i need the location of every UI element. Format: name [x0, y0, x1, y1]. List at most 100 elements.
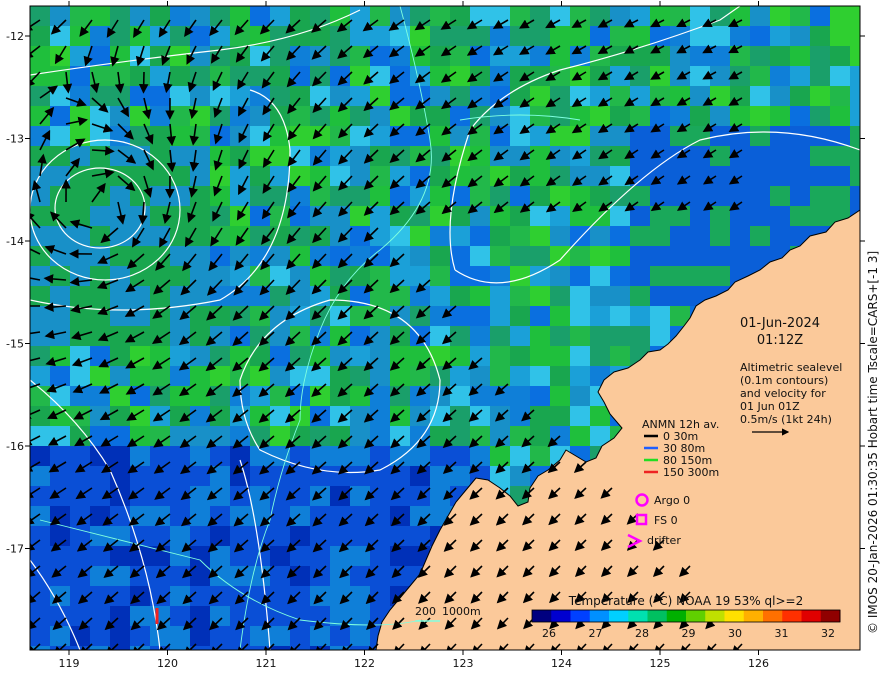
sst-pixel	[750, 186, 770, 206]
sst-pixel	[750, 166, 770, 186]
sst-pixel	[170, 586, 190, 606]
sst-pixel	[230, 626, 250, 646]
sst-pixel	[270, 106, 290, 126]
sst-pixel	[470, 46, 490, 66]
sst-pixel	[730, 226, 750, 246]
note-line: 01 Jun 01Z	[740, 400, 800, 413]
colorbar-segment	[647, 610, 668, 622]
sst-pixel	[210, 626, 230, 646]
sst-pixel	[90, 186, 110, 206]
sst-pixel	[570, 286, 590, 306]
sst-pixel	[90, 526, 110, 546]
colorbar-tick-label: 30	[728, 627, 742, 640]
sst-pixel	[130, 66, 150, 86]
sst-pixel	[530, 26, 550, 46]
sst-pixel	[830, 66, 850, 86]
sst-pixel	[610, 306, 630, 326]
sst-pixel	[130, 286, 150, 306]
argo-label: Argo 0	[654, 494, 690, 507]
sst-pixel	[190, 226, 210, 246]
sst-pixel	[530, 66, 550, 86]
sst-pixel	[650, 286, 670, 306]
sst-pixel	[150, 386, 170, 406]
sst-pixel	[830, 6, 850, 26]
sst-pixel	[290, 146, 310, 166]
sst-pixel	[610, 146, 630, 166]
sst-pixel	[430, 186, 450, 206]
sst-pixel	[590, 266, 610, 286]
sst-pixel	[730, 46, 750, 66]
sst-pixel	[670, 286, 690, 306]
sst-pixel	[510, 286, 530, 306]
sst-pixel	[330, 526, 350, 546]
sst-pixel	[270, 406, 290, 426]
sst-pixel	[230, 146, 250, 166]
sst-pixel	[370, 426, 390, 446]
sst-pixel	[370, 286, 390, 306]
sst-pixel	[130, 386, 150, 406]
sst-pixel	[270, 346, 290, 366]
sst-pixel	[30, 266, 50, 286]
sst-pixel	[50, 446, 70, 466]
sst-pixel	[450, 446, 470, 466]
sst-pixel	[310, 66, 330, 86]
sst-pixel	[190, 546, 210, 566]
sst-pixel	[370, 406, 390, 426]
sst-pixel	[770, 26, 790, 46]
sst-pixel	[450, 346, 470, 366]
sst-pixel	[630, 66, 650, 86]
sst-pixel	[750, 106, 770, 126]
sst-pixel	[210, 346, 230, 366]
sst-pixel	[250, 66, 270, 86]
sst-pixel	[270, 466, 290, 486]
sst-pixel	[430, 306, 450, 326]
sst-pixel	[230, 306, 250, 326]
sst-pixel	[350, 626, 370, 646]
sst-pixel	[190, 586, 210, 606]
sst-pixel	[530, 266, 550, 286]
sst-pixel	[90, 86, 110, 106]
sst-pixel	[690, 46, 710, 66]
sst-pixel	[30, 586, 50, 606]
sst-pixel	[190, 146, 210, 166]
colorbar-tick-label: 28	[635, 627, 649, 640]
sst-pixel	[170, 306, 190, 326]
sst-pixel	[350, 46, 370, 66]
sst-pixel	[90, 106, 110, 126]
sst-pixel	[190, 246, 210, 266]
sst-pixel	[230, 126, 250, 146]
sst-pixel	[590, 106, 610, 126]
sst-pixel	[30, 566, 50, 586]
sst-pixel	[30, 306, 50, 326]
note-line: (0.1m contours)	[740, 374, 828, 387]
sst-pixel	[130, 646, 150, 650]
sst-pixel	[270, 146, 290, 166]
sst-pixel	[590, 306, 610, 326]
sst-pixel	[110, 106, 130, 126]
sst-pixel	[170, 266, 190, 286]
sst-pixel	[490, 246, 510, 266]
sst-pixel	[430, 126, 450, 146]
sst-pixel	[670, 126, 690, 146]
sst-pixel	[650, 266, 670, 286]
sst-pixel	[670, 66, 690, 86]
sst-pixel	[150, 66, 170, 86]
lat-tick-label: -15	[6, 338, 24, 351]
sst-pixel	[490, 346, 510, 366]
sst-pixel	[310, 186, 330, 206]
sst-pixel	[210, 306, 230, 326]
sst-pixel	[370, 26, 390, 46]
sst-pixel	[230, 546, 250, 566]
sst-pixel	[650, 306, 670, 326]
sst-pixel	[290, 206, 310, 226]
sst-pixel	[470, 26, 490, 46]
sst-pixel	[310, 106, 330, 126]
sst-pixel	[810, 146, 830, 166]
sst-pixel	[150, 126, 170, 146]
sst-pixel	[750, 6, 770, 26]
sst-pixel	[770, 226, 790, 246]
sst-pixel	[250, 266, 270, 286]
sst-pixel	[270, 306, 290, 326]
sst-pixel	[310, 566, 330, 586]
sst-pixel	[30, 6, 50, 26]
